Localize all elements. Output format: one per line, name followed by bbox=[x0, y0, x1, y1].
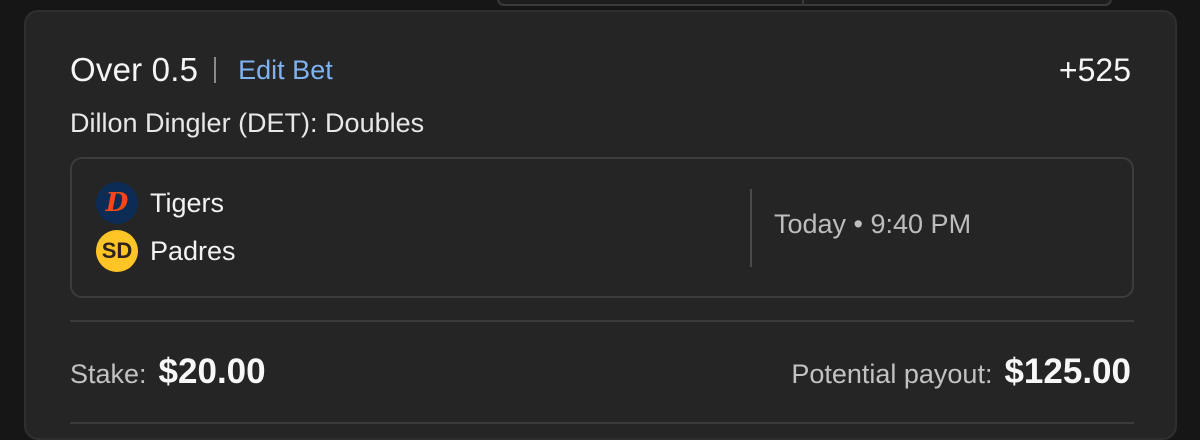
payout-value: $125.00 bbox=[1004, 352, 1131, 391]
bet-selection: Over 0.5 bbox=[70, 51, 199, 88]
team-row-tigers: D Tigers bbox=[96, 181, 224, 225]
tigers-logo-icon: D bbox=[96, 182, 138, 224]
game-divider bbox=[750, 189, 752, 267]
stake-label: Stake: bbox=[70, 359, 147, 389]
bet-header: Over 0.5 Edit Bet +525 bbox=[70, 48, 1131, 92]
section-divider bbox=[70, 320, 1134, 322]
padres-logo-icon: SD bbox=[96, 230, 138, 272]
game-info-box[interactable]: D Tigers SD Padres Today • 9:40 PM bbox=[70, 157, 1134, 298]
payout-label: Potential payout: bbox=[791, 359, 993, 389]
bet-market: Dillon Dingler (DET): Doubles bbox=[70, 108, 425, 138]
bottom-divider bbox=[70, 422, 1134, 424]
team-name: Tigers bbox=[150, 187, 225, 218]
team-name: Padres bbox=[150, 235, 236, 266]
edit-bet-link[interactable]: Edit Bet bbox=[238, 55, 333, 86]
segment-divider bbox=[499, 0, 804, 4]
segmented-control-edge bbox=[497, 0, 1112, 6]
team-row-padres: SD Padres bbox=[96, 229, 236, 273]
game-time: Today • 9:40 PM bbox=[774, 209, 972, 239]
wager-row: Stake: $20.00 Potential payout: $125.00 bbox=[70, 352, 1131, 396]
header-divider bbox=[214, 57, 217, 83]
bet-slip-card: Over 0.5 Edit Bet +525 Dillon Dingler (D… bbox=[24, 10, 1177, 440]
stake-value: $20.00 bbox=[158, 352, 266, 391]
bet-odds: +525 bbox=[1058, 51, 1131, 88]
